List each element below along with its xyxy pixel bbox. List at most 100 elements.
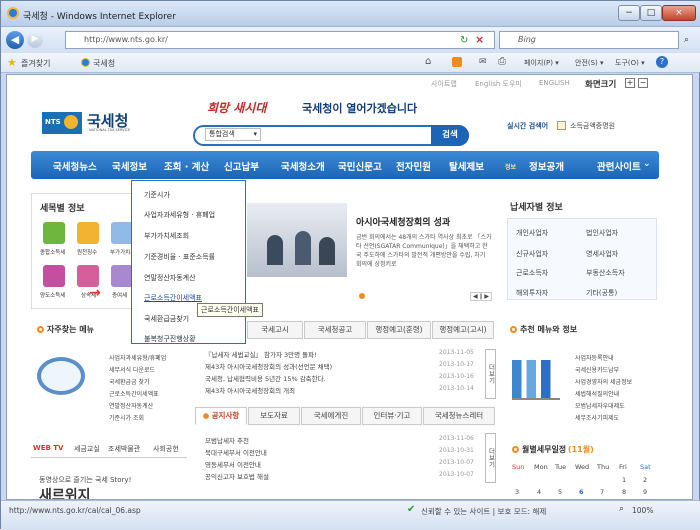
vat-icon[interactable] (111, 222, 133, 244)
tools-menu[interactable]: 도구(O) ▾ (615, 58, 645, 68)
taxpayer-item-2[interactable]: 신규사업자 (516, 249, 548, 259)
taxinfo-item-0[interactable]: 종합소득세 (40, 248, 65, 256)
recommend-item-2[interactable]: 사업경영자의 세금정보 (575, 377, 632, 386)
stop-icon[interactable]: × (475, 33, 484, 46)
calendar-date-6[interactable]: 6 (579, 488, 584, 496)
nts-logo-icon[interactable]: NTS (42, 112, 82, 134)
calendar-date-1[interactable]: 1 (622, 476, 626, 484)
dropdown-item-3[interactable]: 기준경비율 · 표준소득률 (144, 252, 215, 262)
calendar-date-7[interactable]: 7 (600, 488, 604, 496)
page-tab[interactable]: 국세청 (93, 58, 115, 69)
inheritance-icon[interactable] (77, 265, 99, 287)
lecture-tab[interactable]: 세금교실 (74, 444, 100, 454)
help-icon[interactable]: ? (656, 56, 668, 68)
tab-tax-ask[interactable]: 국세에게진 (301, 407, 361, 425)
realtime-keyword[interactable]: 소득금액증명원 (570, 121, 615, 131)
news-photo[interactable] (247, 203, 347, 277)
tab-admin-notice[interactable]: 행정예고(고시) (432, 321, 494, 339)
forward-icon[interactable]: ▶ (27, 32, 43, 48)
nav-petition[interactable]: 국민신문고 (338, 159, 382, 173)
english-help-link[interactable]: English 도우미 (475, 79, 522, 89)
status-zone[interactable]: 신뢰할 수 있는 사이트 | 보호 모드: 해제 (421, 506, 546, 517)
taxpayer-item-1[interactable]: 법인사업자 (586, 228, 618, 238)
nav-disclosure[interactable]: 정보공개 (529, 159, 564, 173)
tab-newsletter[interactable]: 국세청뉴스레터 (423, 407, 495, 425)
notice-1[interactable]: 북대구세무서 이전안내 (205, 447, 267, 457)
recommend-item-5[interactable]: 세무조사기피제도 (575, 413, 619, 422)
faq-item-4[interactable]: 연말정산자동계산 (109, 401, 153, 410)
recommend-item-1[interactable]: 국세신용카드납부 (575, 365, 619, 374)
tab-announcement[interactable]: 국세청공고 (304, 321, 366, 339)
income-tax-icon[interactable] (43, 222, 65, 244)
dropdown-item-7[interactable]: 불복청구진행상황 (144, 334, 196, 344)
tab-tax-notice[interactable]: 국세고시 (247, 321, 303, 339)
notice-top-1[interactable]: 제43차 아시아국세청장회의 성과(선언문 채택) (205, 361, 332, 371)
faq-item-3[interactable]: 근로소득간이세액표 (109, 389, 159, 398)
nav-filing[interactable]: 신고납부 (224, 159, 259, 173)
dropdown-item-4[interactable]: 연말정산자동계산 (144, 273, 196, 283)
calendar-date-2[interactable]: 2 (643, 476, 647, 484)
minimize-button[interactable]: − (618, 5, 640, 21)
tab-admin-order[interactable]: 행정예고(훈령) (367, 321, 431, 339)
taxinfo-item-3[interactable]: 양도소득세 (40, 291, 65, 299)
dropdown-item-5[interactable]: 근로소득간이세액표 (144, 293, 202, 303)
webtv-big-text[interactable]: 새르위지 (39, 485, 91, 499)
close-button[interactable]: × (662, 5, 696, 21)
museum-tab[interactable]: 조세박물관 (108, 444, 140, 454)
zoom-out-icon[interactable]: − (638, 78, 648, 88)
tab-press[interactable]: 보도자료 (248, 407, 300, 425)
withholding-icon[interactable] (77, 222, 99, 244)
recommend-item-0[interactable]: 사업자등록안내 (575, 353, 614, 362)
taxpayer-item-0[interactable]: 개인사업자 (516, 228, 548, 238)
url-field[interactable]: http://www.nts.go.kr/ (65, 31, 495, 49)
dropdown-item-2[interactable]: 부가가치세조회 (144, 231, 189, 241)
taxpayer-item-4[interactable]: 근로소득자 (516, 268, 548, 278)
search-select[interactable]: 통합검색 ▾ (205, 128, 261, 141)
back-icon[interactable]: ◀ (6, 31, 24, 49)
calendar-date-4[interactable]: 4 (537, 488, 541, 496)
faq-item-1[interactable]: 세무서식 다운로드 (109, 365, 155, 374)
gift-tax-icon[interactable] (111, 265, 133, 287)
refresh-icon[interactable]: ↻ (460, 35, 468, 46)
nav-taxinfo[interactable]: 국세정보 (112, 159, 147, 173)
notice-3[interactable]: 공익신고자 보호법 해설 (205, 471, 269, 481)
taxinfo-item-5[interactable]: 증여세 (112, 291, 127, 299)
zoom-in-icon[interactable]: + (625, 78, 635, 88)
calendar-date-9[interactable]: 9 (643, 488, 647, 496)
tab-notices[interactable]: ● 공지사항 (195, 407, 247, 425)
nav-related[interactable]: 관련사이트 (597, 159, 641, 173)
taxpayer-item-3[interactable]: 영세사업자 (586, 249, 618, 259)
more-button-top[interactable]: 더보기 (485, 349, 496, 399)
english-link[interactable]: ENGLISH (539, 79, 570, 87)
safety-menu[interactable]: 안전(S) ▾ (575, 58, 604, 68)
orange-dot-icon[interactable] (359, 293, 365, 299)
more-button[interactable]: 더보기 (485, 433, 496, 483)
favorites-button[interactable]: 즐겨찾기 (21, 58, 50, 69)
dropdown-item-6[interactable]: 국세환급금찾기 (144, 314, 189, 324)
sitemap-link[interactable]: 사이트맵 (431, 79, 457, 89)
faq-item-5[interactable]: 기준시가 조회 (109, 413, 144, 422)
print-icon[interactable]: ⎙ (498, 56, 506, 67)
taxpayer-item-5[interactable]: 부동산소득자 (586, 268, 625, 278)
notice-top-0[interactable]: 『납세자 세법교실』 참가자 3만명 돌파! (205, 349, 317, 359)
dropdown-item-1[interactable]: 사업자과세유형 · 휴폐업 (144, 210, 215, 220)
webtv-tab[interactable]: WEB TV (33, 444, 63, 452)
social-tab[interactable]: 사회공헌 (153, 444, 179, 454)
search-field[interactable]: Bing (499, 31, 679, 49)
notice-0[interactable]: 모범납세자 추천 (205, 435, 249, 445)
chevron-down-icon[interactable]: ⌄ (643, 159, 651, 169)
nav-civil[interactable]: 전자민원 (396, 159, 431, 173)
notice-top-2[interactable]: 국세청, 납세협력비용 5년간 15% 감축한다. (205, 373, 326, 383)
tab-interview[interactable]: 인터뷰·기고 (362, 407, 422, 425)
zoom-icon[interactable]: ⌕ (619, 504, 624, 514)
search-button[interactable]: 검색 (431, 125, 469, 146)
taxpayer-item-6[interactable]: 해외투자자 (516, 288, 548, 298)
home-icon[interactable]: ⌂ (425, 56, 431, 67)
calendar-date-5[interactable]: 5 (558, 488, 562, 496)
page-menu[interactable]: 페이지(P) ▾ (524, 58, 559, 68)
news-title[interactable]: 아시아국세청장회의 성과 (356, 215, 450, 228)
notice-top-3[interactable]: 제43차 아시아국세청장회의 개최 (205, 385, 295, 395)
restore-button[interactable]: □ (640, 5, 662, 21)
nav-news[interactable]: 국세청뉴스 (53, 159, 97, 173)
recommend-item-3[interactable]: 세법해석질의안내 (575, 389, 619, 398)
